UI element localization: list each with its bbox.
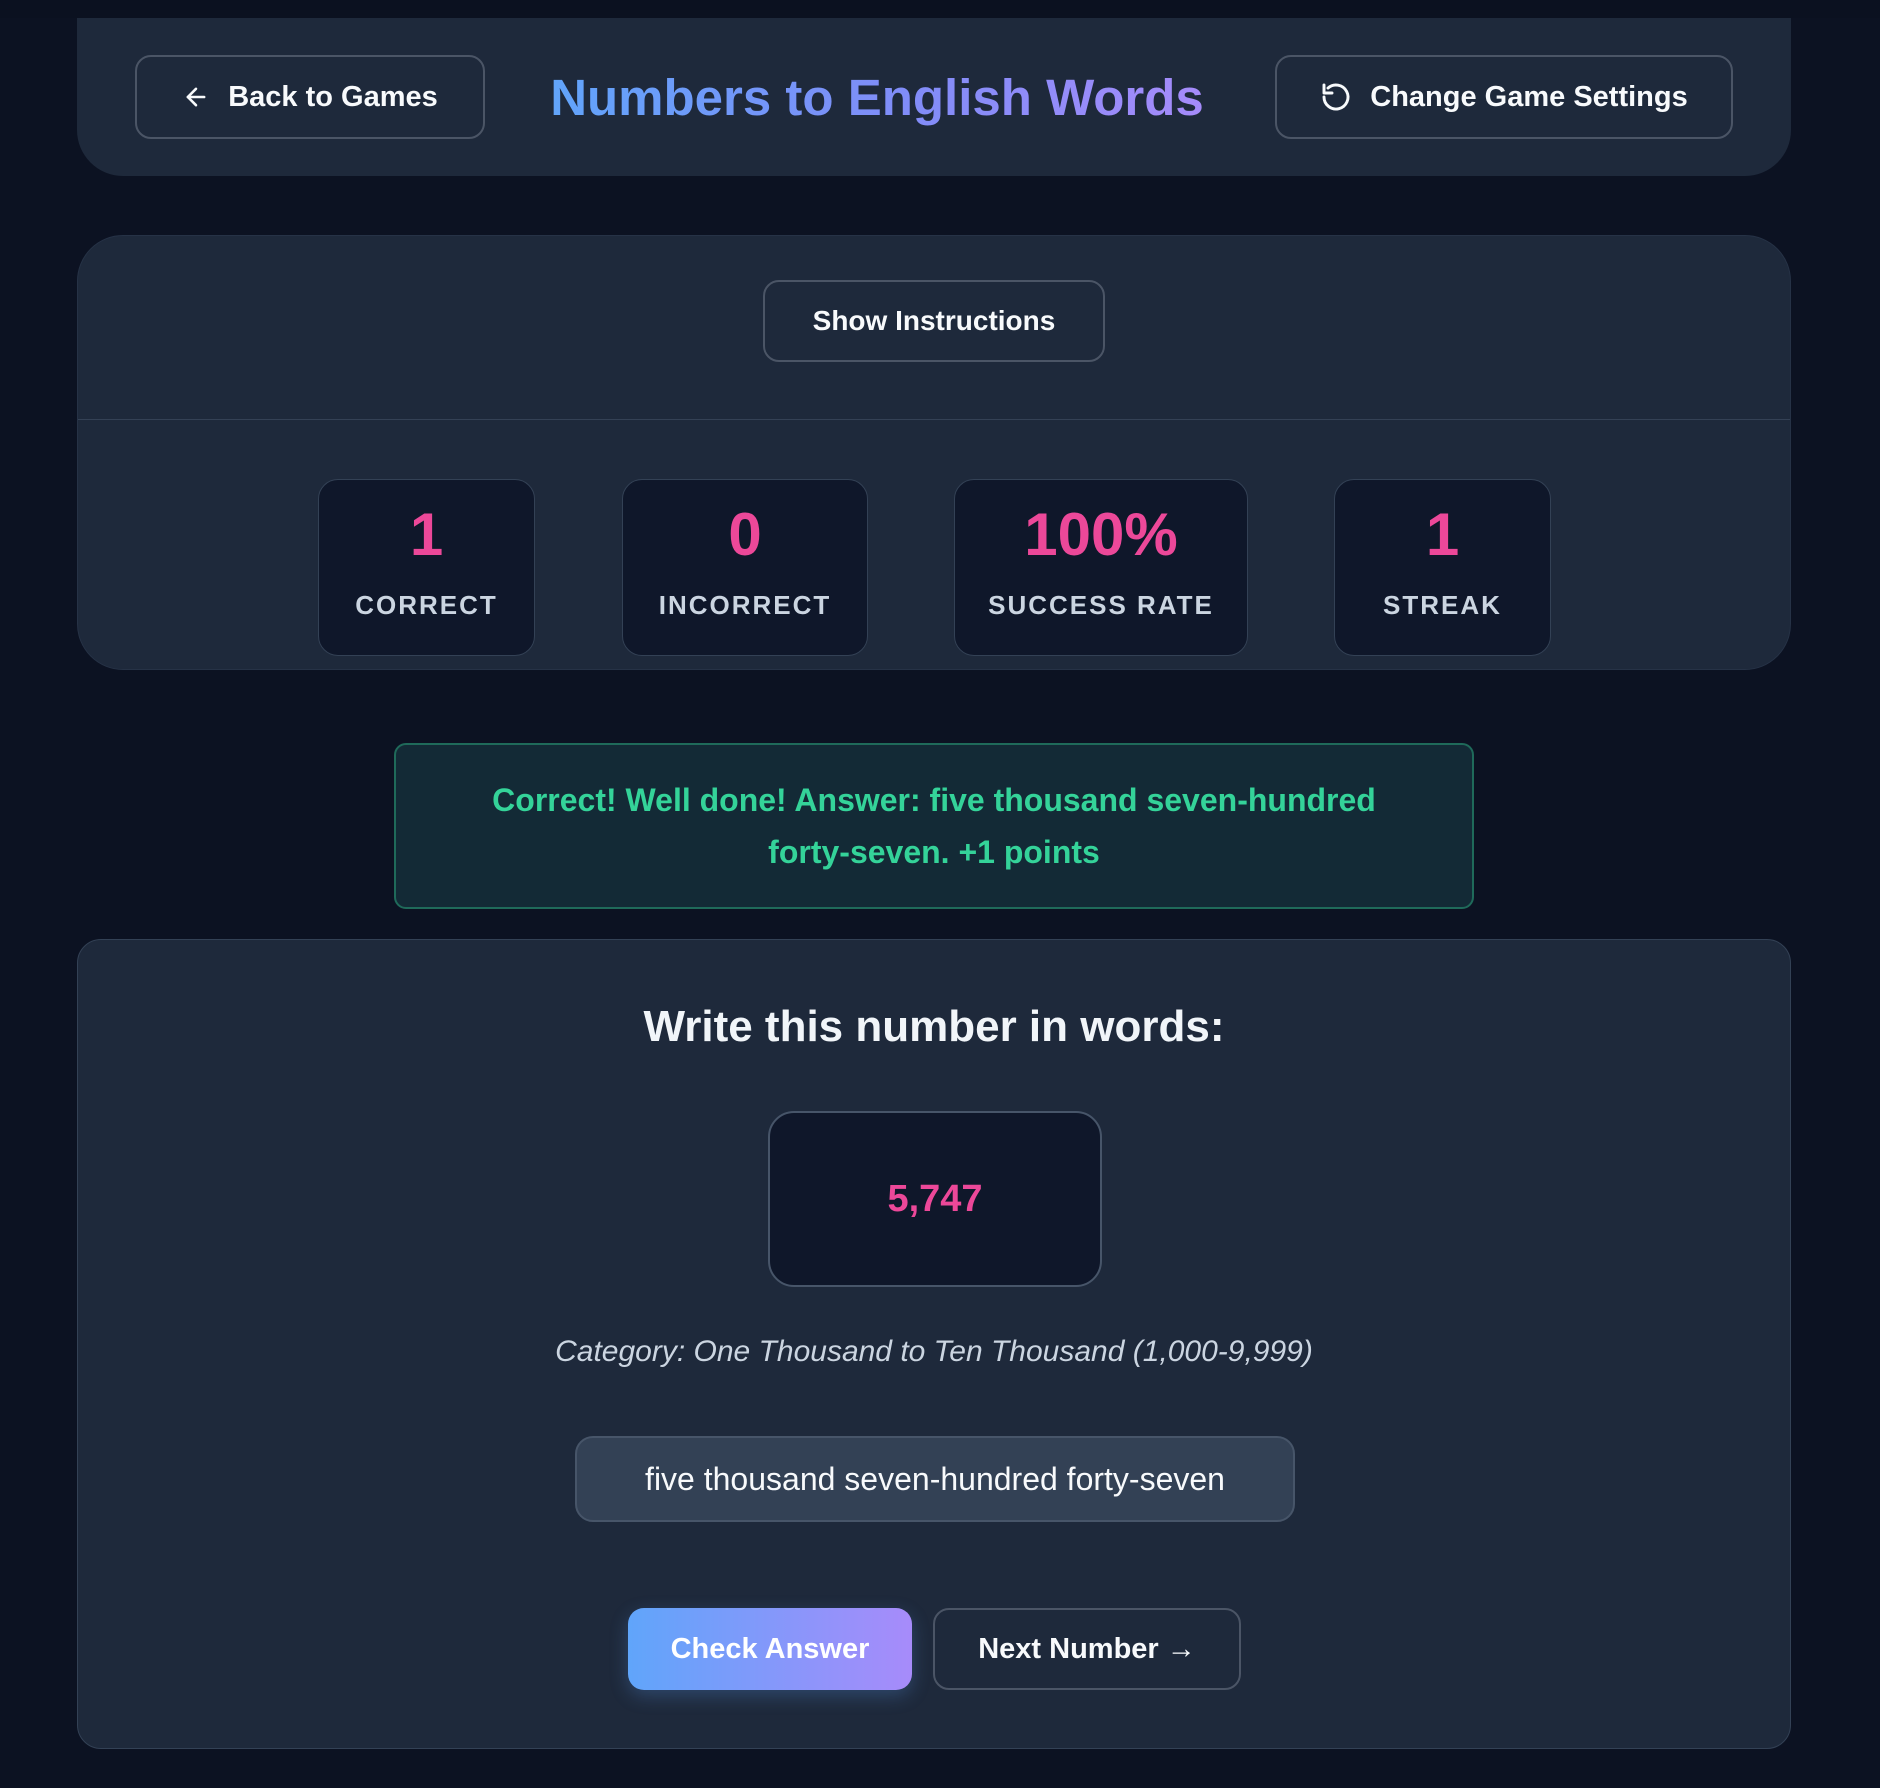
feedback-answer-label: Answer: (794, 782, 921, 818)
divider (78, 419, 1790, 420)
feedback-text: Correct! Well done! Answer: five thousan… (456, 774, 1412, 878)
check-answer-button[interactable]: Check Answer (628, 1608, 912, 1690)
stats-panel: Show Instructions 1 CORRECT 0 INCORRECT … (77, 235, 1791, 670)
stat-label: SUCCESS RATE (988, 590, 1214, 620)
stat-value: 1 (1425, 501, 1460, 568)
stat-value: 100% (1024, 501, 1178, 568)
stat-correct: 1 CORRECT (318, 479, 535, 656)
stat-label: STREAK (1383, 590, 1502, 620)
show-instructions-button[interactable]: Show Instructions (763, 280, 1105, 362)
feedback-message: Correct! Well done! Answer: five thousan… (394, 743, 1474, 909)
arrow-left-icon (182, 83, 210, 111)
stat-streak: 1 STREAK (1334, 479, 1551, 656)
change-settings-button[interactable]: Change Game Settings (1275, 55, 1733, 139)
target-number: 5,747 (768, 1111, 1102, 1287)
feedback-prefix: Correct! Well done! (492, 782, 787, 818)
stat-label: CORRECT (355, 590, 498, 620)
question-heading: Write this number in words: (643, 1002, 1225, 1051)
stat-value: 0 (728, 501, 762, 568)
back-to-games-button[interactable]: Back to Games (135, 55, 485, 139)
page-title: Numbers to English Words (537, 58, 1217, 138)
page-top-strip (0, 0, 1880, 18)
answer-input[interactable] (575, 1436, 1295, 1522)
settings-button-label: Change Game Settings (1370, 80, 1688, 113)
stat-incorrect: 0 INCORRECT (622, 479, 868, 656)
stat-value: 1 (409, 501, 444, 568)
game-header: Back to Games Numbers to English Words C… (77, 18, 1791, 176)
question-panel: Write this number in words: 5,747 Catego… (77, 939, 1791, 1749)
stat-label: INCORRECT (658, 590, 832, 620)
back-button-label: Back to Games (228, 80, 438, 113)
refresh-icon (1320, 81, 1352, 113)
stat-success-rate: 100% SUCCESS RATE (954, 479, 1248, 656)
next-number-button[interactable]: Next Number → (933, 1608, 1241, 1690)
category-label: Category: One Thousand to Ten Thousand (… (555, 1335, 1313, 1368)
